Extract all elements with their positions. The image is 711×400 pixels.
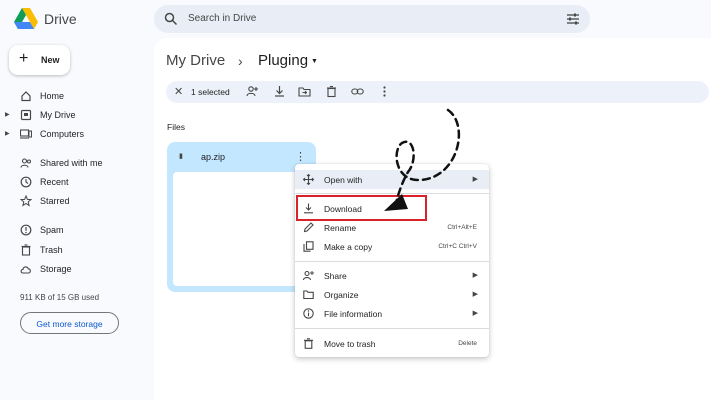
submenu-arrow-icon: ▶	[472, 176, 478, 183]
file-thumbnail[interactable]	[173, 172, 310, 286]
submenu-arrow-icon: ▶	[472, 272, 478, 279]
menu-divider	[295, 193, 489, 194]
sidebar-item-label: Spam	[40, 225, 64, 235]
download-highlight-box	[296, 195, 427, 221]
files-section-label: Files	[167, 122, 185, 132]
shared-icon	[20, 158, 31, 168]
storage-usage-text: 911 KB of 15 GB used	[20, 293, 100, 302]
sidebar-item-label: Computers	[40, 129, 85, 139]
selection-toolbar: ✕ 1 selected	[166, 81, 709, 103]
pencil-icon	[303, 222, 314, 233]
sidebar-item-spam[interactable]: Spam	[10, 222, 150, 240]
sidebar-item-shared-with-me[interactable]: Shared with me	[10, 155, 150, 173]
breadcrumb-my-drive[interactable]: My Drive	[166, 52, 225, 69]
app-name[interactable]: Drive	[44, 11, 77, 27]
context-menu: Open with ▶ Download Rename Ctrl+Alt+E M…	[295, 164, 489, 357]
search-bar[interactable]: Search in Drive	[154, 5, 590, 33]
clock-icon	[20, 176, 32, 188]
sidebar-item-my-drive[interactable]: ▶ My Drive	[5, 107, 150, 125]
home-icon	[21, 91, 31, 102]
share-icon	[303, 270, 314, 281]
sidebar-item-label: Trash	[40, 245, 63, 255]
more-options-icon[interactable]	[378, 85, 391, 98]
menu-item-label: Organize	[324, 290, 359, 300]
menu-item-file-information[interactable]: File information ▶	[295, 304, 489, 323]
new-button-label: New	[41, 55, 60, 65]
cloud-icon	[20, 266, 31, 274]
computers-icon	[20, 129, 32, 139]
sidebar-item-label: Recent	[40, 177, 69, 187]
menu-item-label: Move to trash	[324, 339, 376, 349]
menu-divider	[295, 261, 489, 262]
sidebar-item-trash[interactable]: Trash	[10, 242, 150, 260]
move-icon[interactable]	[298, 85, 311, 98]
sidebar-item-label: Shared with me	[40, 158, 103, 168]
trash-icon	[21, 244, 31, 256]
file-more-options-icon[interactable]: ⋮	[295, 150, 306, 163]
search-icon[interactable]	[164, 12, 178, 26]
menu-item-shortcut: Delete	[458, 340, 477, 347]
link-icon[interactable]	[351, 85, 364, 98]
file-card[interactable]: ▮ ap.zip ⋮	[167, 142, 316, 292]
download-icon[interactable]	[273, 85, 286, 98]
share-person-icon[interactable]	[246, 85, 259, 98]
menu-divider	[295, 328, 489, 329]
sidebar-item-recent[interactable]: Recent	[10, 174, 150, 192]
top-bar: Drive Search in Drive	[0, 0, 711, 38]
menu-item-move-to-trash[interactable]: Move to trash Delete	[295, 334, 489, 353]
star-icon	[20, 195, 32, 207]
menu-item-share[interactable]: Share ▶	[295, 266, 489, 285]
get-more-storage-button[interactable]: Get more storage	[20, 312, 119, 334]
my-drive-icon	[20, 109, 32, 121]
menu-item-label: File information	[324, 309, 383, 319]
menu-item-shortcut: Ctrl+Alt+E	[447, 224, 477, 231]
sidebar-item-label: Storage	[40, 264, 72, 274]
menu-item-make-a-copy[interactable]: Make a copy Ctrl+C Ctrl+V	[295, 237, 489, 256]
breadcrumb-current-folder[interactable]: Pluging	[258, 52, 308, 69]
get-more-storage-label: Get more storage	[36, 319, 103, 329]
clear-selection-icon[interactable]: ✕	[174, 85, 183, 98]
menu-item-shortcut: Ctrl+C Ctrl+V	[438, 243, 477, 250]
expand-caret-icon[interactable]: ▶	[5, 111, 10, 118]
menu-item-organize[interactable]: Organize ▶	[295, 285, 489, 304]
spam-icon	[20, 224, 32, 236]
sidebar-item-label: My Drive	[40, 110, 76, 120]
new-button[interactable]: + New	[9, 45, 70, 75]
sidebar-item-home[interactable]: Home	[10, 88, 150, 106]
search-options-icon[interactable]	[566, 12, 580, 26]
sidebar-item-computers[interactable]: ▶ Computers	[5, 126, 150, 144]
sidebar-item-label: Starred	[40, 196, 70, 206]
sidebar-item-label: Home	[40, 91, 65, 101]
menu-item-label: Rename	[324, 223, 357, 233]
menu-item-label: Share	[324, 271, 347, 281]
submenu-arrow-icon: ▶	[472, 310, 478, 317]
expand-caret-icon[interactable]: ▶	[5, 130, 10, 137]
breadcrumb-separator: ›	[238, 53, 243, 69]
file-name[interactable]: ap.zip	[201, 152, 225, 162]
menu-item-open-with[interactable]: Open with ▶	[295, 170, 489, 189]
menu-item-label: Open with	[324, 175, 363, 185]
plus-icon: +	[19, 50, 29, 67]
search-input[interactable]: Search in Drive	[188, 13, 256, 24]
info-icon	[303, 308, 314, 319]
sidebar-item-storage[interactable]: Storage	[10, 261, 150, 279]
sidebar-item-starred[interactable]: Starred	[10, 193, 150, 211]
menu-item-label: Make a copy	[324, 242, 373, 252]
selection-count: 1 selected	[191, 87, 230, 97]
copy-icon	[303, 241, 314, 252]
trash-icon[interactable]	[325, 85, 338, 98]
submenu-arrow-icon: ▶	[472, 291, 478, 298]
drive-logo-icon[interactable]	[14, 8, 38, 30]
trash-icon	[304, 338, 313, 349]
folder-dropdown-icon[interactable]: ▼	[311, 58, 318, 65]
folder-icon	[303, 290, 314, 300]
open-with-icon	[303, 174, 314, 185]
zip-file-icon: ▮	[179, 153, 183, 160]
